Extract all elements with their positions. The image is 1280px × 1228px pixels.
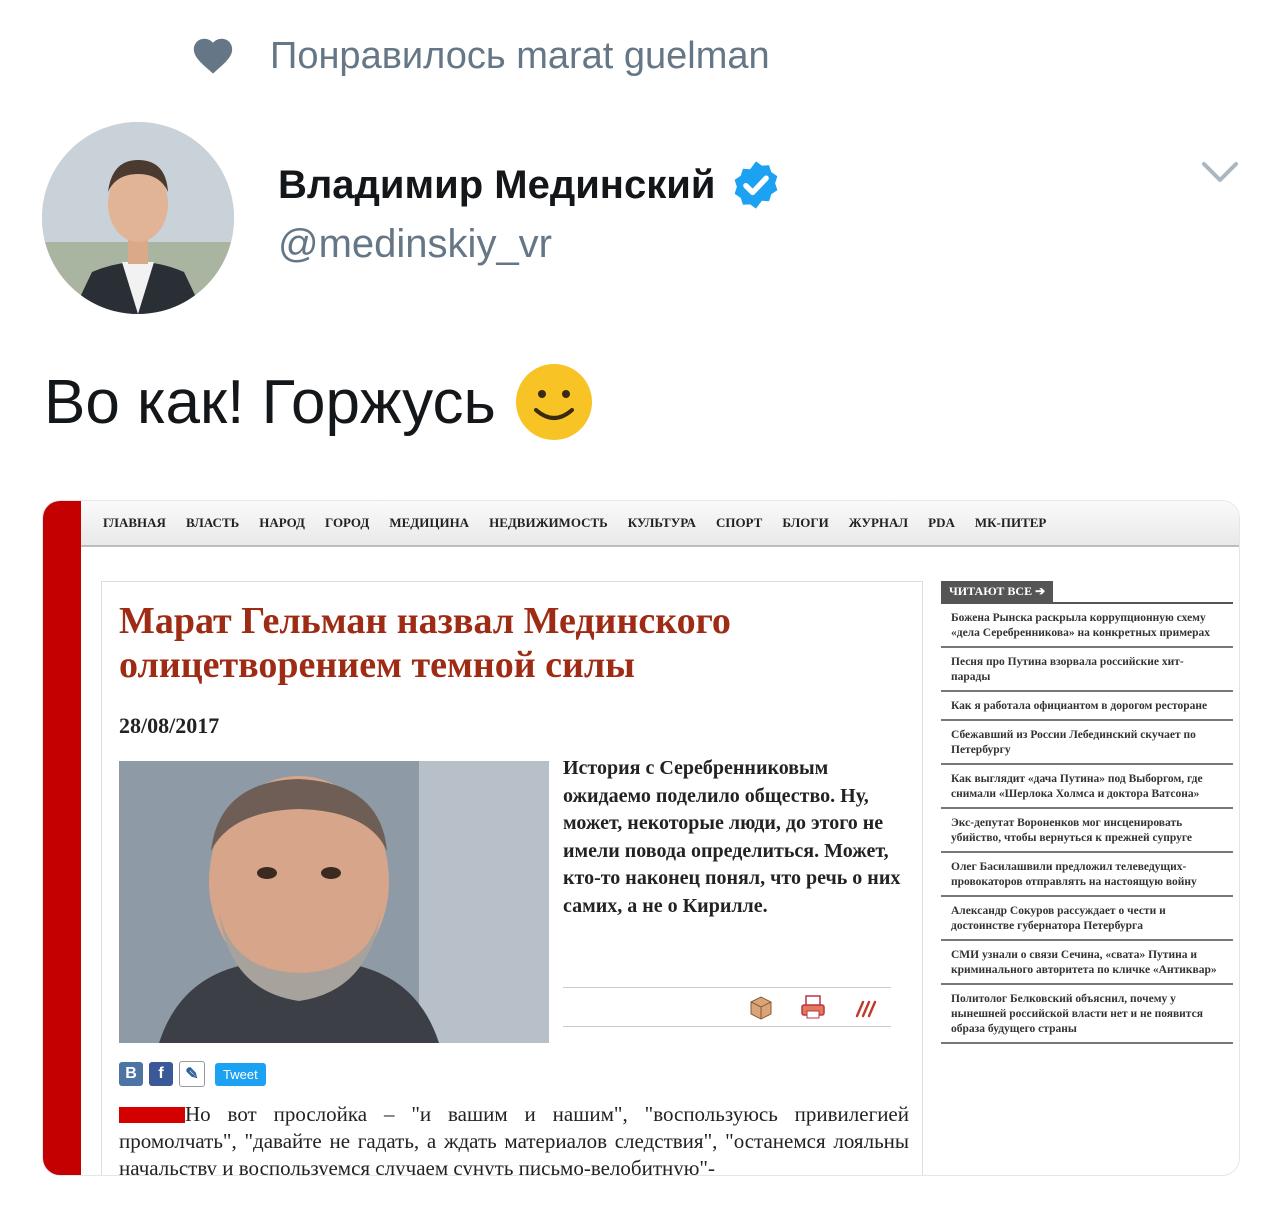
tweet-share-button[interactable]: Tweet [215, 1062, 266, 1086]
sidebar-item[interactable]: Как выглядит «дача Путина» под Выборгом,… [941, 765, 1233, 809]
arrow-right-icon: ➔ [1035, 584, 1046, 598]
nav-item-main: ГЛАВНАЯ [103, 515, 166, 530]
portrait-photo-icon [119, 761, 549, 1043]
liked-by-text: Понравилось marat guelman [270, 34, 770, 77]
embedded-article-image[interactable]: ГЛАВНАЯ ВЛАСТЬ НАРОД ГОРОД МЕДИЦИНА НЕДВ… [42, 500, 1240, 1176]
nav-item-power: ВЛАСТЬ [185, 515, 240, 530]
article-tools [563, 987, 891, 1027]
comment-icon[interactable] [851, 994, 879, 1020]
red-sidebar-bar [43, 501, 81, 1175]
sidebar-item[interactable]: Как я работала официантом в дорогом рест… [941, 692, 1233, 721]
facebook-share-icon[interactable]: f [149, 1062, 173, 1086]
sidebar-item[interactable]: Сбежавший из России Лебединский скучает … [941, 721, 1233, 765]
user-display-name[interactable]: Владимир Мединский [278, 163, 715, 208]
site-top-nav: ГЛАВНАЯ ВЛАСТЬ НАРОД ГОРОД МЕДИЦИНА НЕДВ… [81, 501, 1239, 547]
sidebar-item[interactable]: Политолог Белковский объяснил, почему у … [941, 985, 1233, 1044]
nav-item-city: ГОРОД [325, 515, 370, 530]
sidebar-item[interactable]: Экс-депутат Вороненков мог инсценировать… [941, 809, 1233, 853]
vk-share-icon[interactable]: B [119, 1062, 143, 1086]
nav-item-magazine: ЖУРНАЛ [848, 515, 909, 530]
user-avatar[interactable] [42, 122, 234, 314]
user-handle[interactable]: @medinskiy_vr [278, 222, 552, 267]
redaction-mark [119, 1107, 185, 1123]
avatar-portrait-icon [42, 122, 234, 314]
heart-icon [193, 38, 233, 74]
tweet-text-row: Во как! Горжусь [44, 362, 594, 442]
share-buttons: B f ✎ Tweet [119, 1061, 266, 1087]
package-icon[interactable] [747, 994, 775, 1020]
livejournal-share-icon[interactable]: ✎ [179, 1061, 205, 1087]
sidebar-most-read: ЧИТАЮТ ВСЕ ➔ Божена Рынска раскрыла корр… [941, 581, 1233, 1044]
tweet-text: Во как! Горжусь [44, 367, 496, 437]
user-name-row[interactable]: Владимир Мединский [278, 158, 783, 212]
sidebar-title[interactable]: ЧИТАЮТ ВСЕ ➔ [941, 581, 1054, 602]
article-body: Но вот прослойка – "и вашим и нашим", "в… [119, 1102, 909, 1176]
nav-item-people: НАРОД [259, 515, 305, 530]
smiley-emoji-icon [515, 364, 592, 440]
sidebar-item[interactable]: СМИ узнали о связи Сечина, «свата» Путин… [941, 941, 1233, 985]
sidebar-title-text: ЧИТАЮТ ВСЕ [949, 584, 1033, 598]
verified-badge-icon [735, 161, 778, 209]
article-photo [119, 761, 549, 1043]
nav-item-culture: КУЛЬТУРА [627, 515, 696, 530]
print-icon[interactable] [799, 994, 827, 1020]
sidebar-item[interactable]: Александр Сокуров рассуждает о чести и д… [941, 897, 1233, 941]
article-date: 28/08/2017 [119, 713, 220, 738]
nav-item-mk-piter: МК-ПИТЕР [974, 515, 1047, 530]
sidebar-item[interactable]: Песня про Путина взорвала российские хит… [941, 648, 1233, 692]
nav-item-medicine: МЕДИЦИНА [389, 515, 470, 530]
article-headline: Марат Гельман назвал Мединского олицетво… [119, 600, 731, 686]
nav-item-blogs: БЛОГИ [782, 515, 829, 530]
sidebar-item[interactable]: Олег Басилашвили предложил телеведущих-п… [941, 853, 1233, 897]
sidebar-item[interactable]: Божена Рынска раскрыла коррупционную схе… [941, 604, 1233, 648]
chevron-down-icon[interactable] [1198, 152, 1242, 192]
nav-item-sport: СПОРТ [715, 515, 763, 530]
liked-by-row[interactable]: Понравилось marat guelman [190, 28, 770, 84]
nav-item-realty: НЕДВИЖИМОСТЬ [489, 515, 608, 530]
nav-item-pda: PDA [928, 515, 955, 530]
article-lead: История с Серебренниковым ожидаемо подел… [563, 757, 901, 917]
